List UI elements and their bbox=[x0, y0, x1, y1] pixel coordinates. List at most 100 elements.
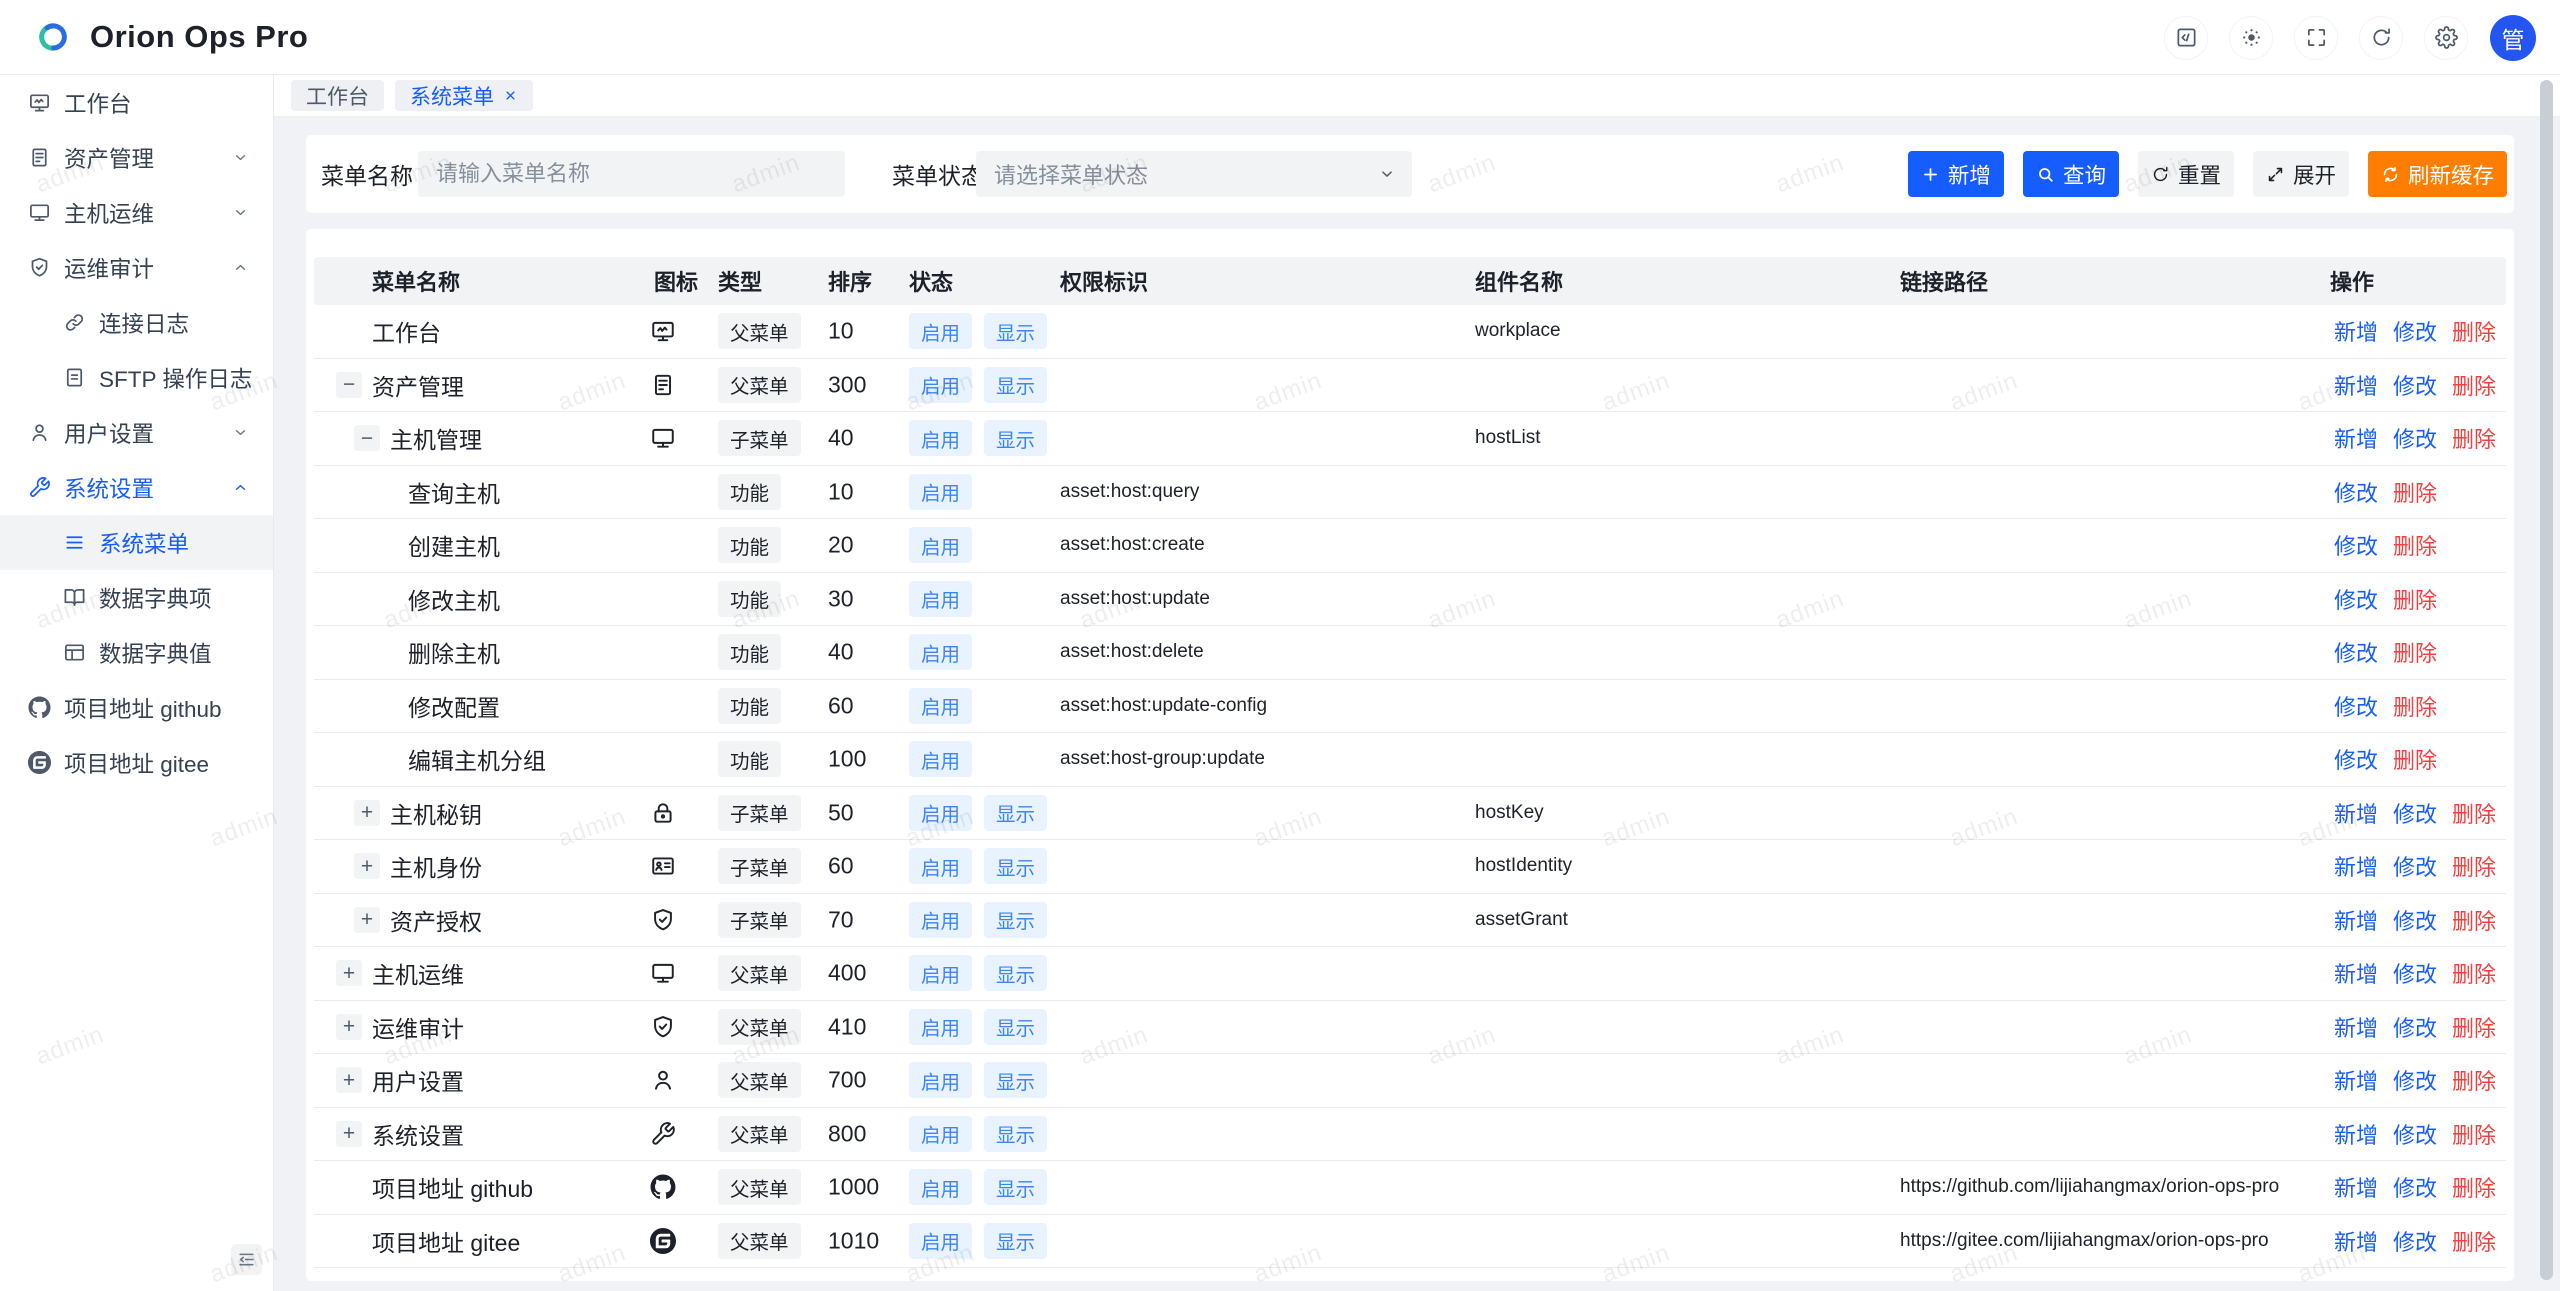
op-edit-link[interactable]: 修改 bbox=[2393, 957, 2437, 989]
expand-row-button[interactable]: + bbox=[336, 1067, 362, 1093]
op-add-link[interactable]: 新增 bbox=[2334, 1011, 2378, 1043]
sort-value: 400 bbox=[828, 960, 866, 987]
gear-button[interactable] bbox=[2424, 16, 2468, 60]
expand-row-button[interactable]: + bbox=[354, 800, 380, 826]
op-add-link[interactable]: 新增 bbox=[2334, 315, 2378, 347]
op-edit-link[interactable]: 修改 bbox=[2334, 690, 2378, 722]
op-add-link[interactable]: 新增 bbox=[2334, 1225, 2378, 1257]
avatar[interactable]: 管 bbox=[2490, 15, 2536, 61]
op-edit-link[interactable]: 修改 bbox=[2393, 1225, 2437, 1257]
op-add-link[interactable]: 新增 bbox=[2334, 1118, 2378, 1150]
op-add-link[interactable]: 新增 bbox=[2334, 904, 2378, 936]
op-edit-link[interactable]: 修改 bbox=[2334, 476, 2378, 508]
sidebar-item-5[interactable]: SFTP 操作日志 bbox=[0, 350, 273, 405]
expand-row-button[interactable]: + bbox=[354, 907, 380, 933]
component-name: assetGrant bbox=[1475, 909, 1568, 931]
menu-status-select[interactable]: 请选择菜单状态 bbox=[976, 151, 1412, 197]
op-delete-link[interactable]: 删除 bbox=[2452, 957, 2496, 989]
op-add-link[interactable]: 新增 bbox=[2334, 1064, 2378, 1096]
op-delete-link[interactable]: 删除 bbox=[2393, 529, 2437, 561]
op-delete-link[interactable]: 删除 bbox=[2393, 636, 2437, 668]
op-edit-link[interactable]: 修改 bbox=[2334, 743, 2378, 775]
op-edit-link[interactable]: 修改 bbox=[2393, 422, 2437, 454]
tab-1[interactable]: 系统菜单 bbox=[395, 80, 533, 111]
op-edit-link[interactable]: 修改 bbox=[2334, 583, 2378, 615]
op-edit-link[interactable]: 修改 bbox=[2393, 1011, 2437, 1043]
op-delete-link[interactable]: 删除 bbox=[2393, 476, 2437, 508]
table-row-14: +用户设置父菜单700启用显示新增修改删除 bbox=[314, 1054, 2506, 1108]
close-icon[interactable] bbox=[503, 88, 518, 103]
op-edit-link[interactable]: 修改 bbox=[2334, 529, 2378, 561]
op-edit-link[interactable]: 修改 bbox=[2393, 797, 2437, 829]
sidebar-item-1[interactable]: 资产管理 bbox=[0, 130, 273, 185]
op-edit-link[interactable]: 修改 bbox=[2393, 1118, 2437, 1150]
toolbar-button-4[interactable]: 刷新缓存 bbox=[2368, 151, 2507, 197]
op-add-link[interactable]: 新增 bbox=[2334, 1171, 2378, 1203]
vertical-scrollbar[interactable] bbox=[2540, 80, 2553, 1280]
fullscreen-button[interactable] bbox=[2294, 16, 2338, 60]
sidebar-item-0[interactable]: 工作台 bbox=[0, 75, 273, 130]
sidebar-item-6[interactable]: 用户设置 bbox=[0, 405, 273, 460]
op-add-link[interactable]: 新增 bbox=[2334, 797, 2378, 829]
op-add-link[interactable]: 新增 bbox=[2334, 850, 2378, 882]
op-delete-link[interactable]: 删除 bbox=[2452, 1171, 2496, 1203]
menu-name: 主机运维 bbox=[372, 956, 464, 990]
op-delete-link[interactable]: 删除 bbox=[2452, 1064, 2496, 1096]
op-add-link[interactable]: 新增 bbox=[2334, 369, 2378, 401]
code-button[interactable] bbox=[2164, 16, 2208, 60]
op-edit-link[interactable]: 修改 bbox=[2393, 369, 2437, 401]
op-add-link[interactable]: 新增 bbox=[2334, 422, 2378, 454]
op-delete-link[interactable]: 删除 bbox=[2452, 1011, 2496, 1043]
sidebar-item-8[interactable]: 系统菜单 bbox=[0, 515, 273, 570]
sidebar-item-7[interactable]: 系统设置 bbox=[0, 460, 273, 515]
app-logo[interactable]: Orion Ops Pro bbox=[30, 14, 308, 60]
op-add-link[interactable]: 新增 bbox=[2334, 957, 2378, 989]
tab-strip: 工作台系统菜单 bbox=[274, 75, 2560, 117]
op-delete-link[interactable]: 删除 bbox=[2452, 315, 2496, 347]
tab-0[interactable]: 工作台 bbox=[291, 80, 384, 111]
sidebar-item-12[interactable]: 项目地址 gitee bbox=[0, 735, 273, 790]
op-delete-link[interactable]: 删除 bbox=[2393, 583, 2437, 615]
expand-row-button[interactable]: + bbox=[336, 1014, 362, 1040]
sidebar-item-3[interactable]: 运维审计 bbox=[0, 240, 273, 295]
refresh-button[interactable] bbox=[2359, 16, 2403, 60]
op-delete-link[interactable]: 删除 bbox=[2452, 1118, 2496, 1150]
expand-row-button[interactable]: + bbox=[336, 960, 362, 986]
expand-row-button[interactable]: + bbox=[336, 1121, 362, 1147]
collapse-row-button[interactable]: − bbox=[354, 425, 380, 451]
status-tags: 启用 bbox=[909, 634, 972, 670]
sun-button[interactable] bbox=[2229, 16, 2273, 60]
toolbar-button-0[interactable]: 新增 bbox=[1908, 151, 2004, 197]
op-delete-link[interactable]: 删除 bbox=[2393, 743, 2437, 775]
op-edit-link[interactable]: 修改 bbox=[2393, 904, 2437, 936]
logo-icon bbox=[30, 14, 76, 60]
op-delete-link[interactable]: 删除 bbox=[2393, 690, 2437, 722]
sidebar-collapse-button[interactable] bbox=[231, 1244, 262, 1275]
sidebar-item-9[interactable]: 数据字典项 bbox=[0, 570, 273, 625]
op-edit-link[interactable]: 修改 bbox=[2393, 1064, 2437, 1096]
menu-name-input[interactable] bbox=[418, 151, 845, 197]
row-operations: 新增修改删除 bbox=[2334, 850, 2496, 882]
toolbar-button-1[interactable]: 查询 bbox=[2023, 151, 2119, 197]
op-delete-link[interactable]: 删除 bbox=[2452, 1225, 2496, 1257]
op-edit-link[interactable]: 修改 bbox=[2393, 315, 2437, 347]
monitor-chart-icon bbox=[28, 91, 51, 114]
sidebar-item-4[interactable]: 连接日志 bbox=[0, 295, 273, 350]
toolbar-button-3[interactable]: 展开 bbox=[2253, 151, 2349, 197]
op-delete-link[interactable]: 删除 bbox=[2452, 369, 2496, 401]
menu-name: 资产管理 bbox=[372, 368, 464, 402]
sidebar-item-11[interactable]: 项目地址 github bbox=[0, 680, 273, 735]
op-edit-link[interactable]: 修改 bbox=[2334, 636, 2378, 668]
op-delete-link[interactable]: 删除 bbox=[2452, 797, 2496, 829]
desktop-icon bbox=[28, 201, 51, 224]
op-edit-link[interactable]: 修改 bbox=[2393, 1171, 2437, 1203]
toolbar-button-2[interactable]: 重置 bbox=[2138, 151, 2234, 197]
collapse-row-button[interactable]: − bbox=[336, 372, 362, 398]
expand-row-button[interactable]: + bbox=[354, 853, 380, 879]
sidebar-item-2[interactable]: 主机运维 bbox=[0, 185, 273, 240]
op-delete-link[interactable]: 删除 bbox=[2452, 850, 2496, 882]
op-edit-link[interactable]: 修改 bbox=[2393, 850, 2437, 882]
sidebar-item-10[interactable]: 数据字典值 bbox=[0, 625, 273, 680]
op-delete-link[interactable]: 删除 bbox=[2452, 422, 2496, 454]
op-delete-link[interactable]: 删除 bbox=[2452, 904, 2496, 936]
